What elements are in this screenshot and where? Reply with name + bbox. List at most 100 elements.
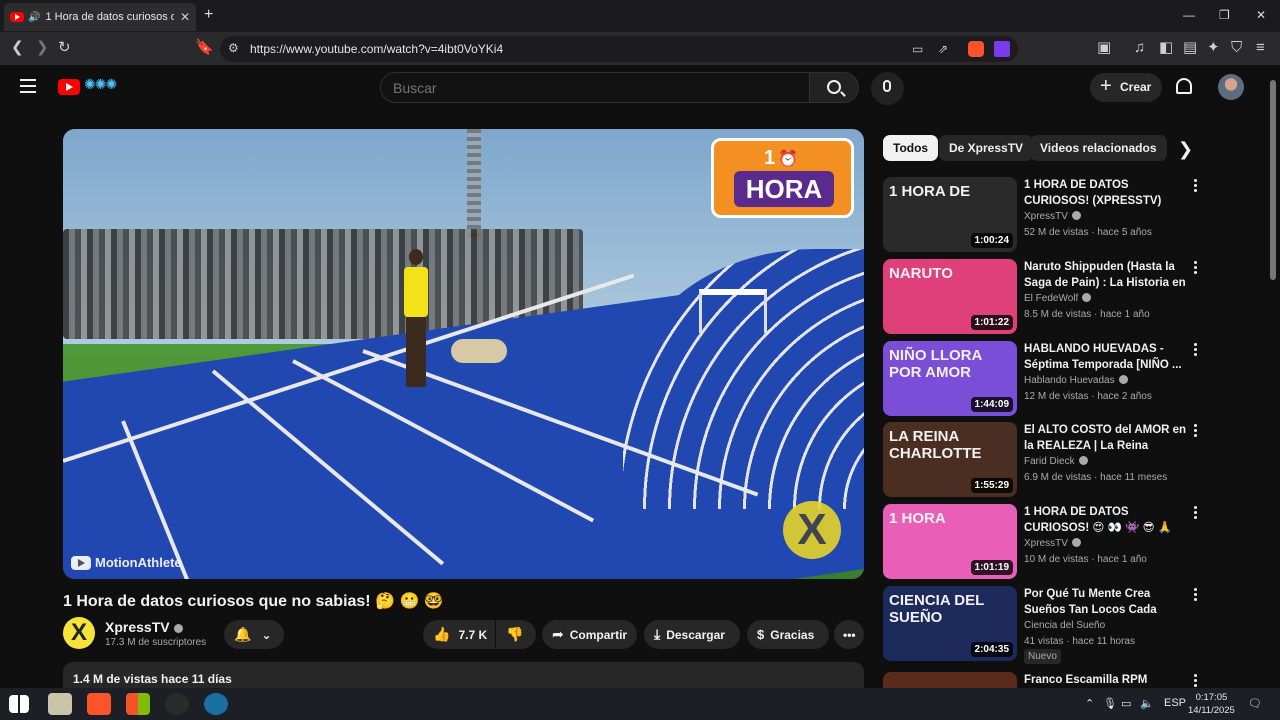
youtube-logo[interactable]: [58, 79, 80, 95]
dislike-button[interactable]: 👎: [496, 620, 536, 649]
download-button[interactable]: ⤓ Descargar: [644, 620, 740, 649]
more-vertical-icon[interactable]: [1194, 424, 1198, 439]
bookmark-icon[interactable]: 🔖: [195, 40, 214, 56]
forward-icon[interactable]: ❯: [36, 40, 49, 56]
video-thumbnail[interactable]: 1 HORA DE 1:00:24: [883, 177, 1017, 252]
reload-icon[interactable]: ↻: [58, 40, 71, 56]
cast-icon[interactable]: ▭: [912, 41, 923, 57]
video-thumbnail[interactable]: CIENCIA DEL SUEÑO 2:04:35: [883, 586, 1017, 661]
verified-icon: [1071, 538, 1081, 547]
recommendation-title[interactable]: HABLANDO HUEVADAS - Séptima Temporada [N…: [1024, 341, 1190, 373]
recommendation-title[interactable]: Naruto Shippuden (Hasta la Saga de Pain)…: [1024, 259, 1190, 291]
more-actions-button[interactable]: •••: [834, 620, 864, 649]
close-tab-icon[interactable]: ✕: [180, 10, 190, 24]
recommendation-item[interactable]: 1 HORA DE 1:00:24 1 HORA DE DATOS CURIOSOS…: [883, 177, 1263, 253]
volume-icon[interactable]: 🔈: [1140, 697, 1154, 710]
chip-related[interactable]: Videos relacionados: [1030, 135, 1167, 161]
video-thumbnail[interactable]: 1 HORA 1:01:19: [883, 504, 1017, 579]
hamburger-menu-icon[interactable]: [20, 79, 36, 93]
user-avatar[interactable]: [1218, 74, 1244, 100]
video-thumbnail[interactable]: LA REINA CHARLOTTE 1:55:29: [883, 422, 1017, 497]
recommendation-item[interactable]: 1 HORA 1:01:19 1 HORA DE DATOS CURIOSOS! 😍…: [883, 504, 1263, 580]
video-thumbnail[interactable]: NARUTO 1:01:22: [883, 259, 1017, 334]
address-bar[interactable]: ⚙ https://www.youtube.com/watch?v=4ibt0V…: [220, 36, 1018, 62]
channel-name[interactable]: XpressTV: [105, 619, 183, 635]
recommendation-channel[interactable]: XpressTV: [1024, 538, 1081, 549]
recommendation-channel[interactable]: Ciencia del Sueño: [1024, 620, 1105, 631]
search-button[interactable]: [809, 72, 859, 103]
back-icon[interactable]: ❮: [11, 40, 24, 56]
video-player[interactable]: 1 ⏰ HORA X MotionAthlete: [63, 129, 864, 579]
more-vertical-icon[interactable]: [1194, 674, 1198, 689]
recommendation-title[interactable]: Por Qué Tu Mente Crea Sueños Tan Locos C…: [1024, 586, 1190, 618]
chip-all[interactable]: Todos: [883, 135, 939, 161]
speaker-icon[interactable]: 🔊: [28, 12, 40, 23]
voice-search-button[interactable]: [871, 72, 904, 105]
notifications-icon[interactable]: 🗨: [1248, 697, 1262, 710]
browser-tab[interactable]: 🔊 1 Hora de datos curiosos que ✕: [4, 3, 196, 31]
recommendation-channel[interactable]: Farid Dieck: [1024, 456, 1088, 467]
share-icon[interactable]: ⇗: [938, 41, 948, 57]
recommendation-meta: 41 vistas · hace 11 horas: [1024, 636, 1135, 647]
system-clock[interactable]: 0:17:05 14/11/2025: [1188, 691, 1235, 717]
more-vertical-icon[interactable]: [1194, 588, 1198, 603]
brave-browser-icon[interactable]: [87, 693, 111, 715]
recommendation-channel[interactable]: Hablando Huevadas: [1024, 375, 1128, 386]
scrollbar[interactable]: [1270, 80, 1276, 280]
recommendation-item[interactable]: LA REINA CHARLOTTE 1:55:29 El ALTO COSTO d…: [883, 422, 1263, 498]
share-button[interactable]: ➦ Compartir: [542, 620, 637, 649]
file-explorer-icon[interactable]: [48, 693, 72, 715]
more-vertical-icon[interactable]: [1194, 261, 1198, 276]
steam-icon[interactable]: [204, 693, 228, 715]
language-indicator[interactable]: ESP: [1164, 697, 1186, 709]
video-thumbnail[interactable]: NIÑO LLORA POR AMOR 1:44:09: [883, 341, 1017, 416]
close-window-icon[interactable]: ✕: [1256, 8, 1266, 22]
search-icon: [827, 80, 841, 94]
recommendation-title[interactable]: El ALTO COSTO del AMOR en la REALEZA | L…: [1024, 422, 1190, 454]
recommendation-channel[interactable]: El FedeWolf: [1024, 293, 1092, 304]
sidebar-icon[interactable]: ◧: [1159, 40, 1173, 56]
reader-mode-icon[interactable]: ▣: [1097, 40, 1111, 56]
search-input[interactable]: [393, 80, 793, 96]
recommendation-item[interactable]: CIENCIA DEL SUEÑO 2:04:35 Por Qué Tu Mente…: [883, 586, 1263, 664]
url-text: https://www.youtube.com/watch?v=4ibt0VoY…: [250, 42, 504, 56]
motionathlete-watermark: MotionAthlete: [71, 555, 182, 570]
wallet-icon[interactable]: ▤: [1183, 40, 1197, 56]
obs-studio-icon[interactable]: [165, 693, 189, 715]
more-vertical-icon[interactable]: [1194, 179, 1198, 194]
notifications-bell-icon[interactable]: [1176, 78, 1192, 94]
like-button[interactable]: 👍 7.7 K: [423, 620, 495, 649]
maximize-icon[interactable]: ❐: [1219, 8, 1230, 22]
brave-shields-icon[interactable]: [968, 41, 984, 57]
like-count: 7.7 K: [458, 627, 488, 642]
music-icon[interactable]: ♫: [1134, 40, 1145, 56]
recommendation-channel[interactable]: XpressTV: [1024, 211, 1081, 222]
subscribed-notifications-button[interactable]: 🔔 ⌄: [224, 620, 284, 649]
show-hidden-icons-icon[interactable]: ⌃: [1085, 697, 1094, 710]
microsoft-store-icon[interactable]: [126, 693, 150, 715]
minimize-icon[interactable]: —: [1183, 8, 1195, 22]
more-vertical-icon[interactable]: [1194, 506, 1198, 521]
recommendation-title[interactable]: 1 HORA DE DATOS CURIOSOS! (XPRESSTV): [1024, 177, 1190, 209]
microphone-tray-icon[interactable]: 🎙: [1103, 697, 1117, 710]
browser-menu-icon[interactable]: ≡: [1256, 40, 1265, 56]
network-icon[interactable]: ▭: [1121, 697, 1131, 710]
channel-avatar[interactable]: X: [63, 617, 95, 649]
new-tab-button[interactable]: +: [204, 6, 213, 24]
recommendation-item[interactable]: NARUTO 1:01:22 Naruto Shippuden (Hasta la …: [883, 259, 1263, 335]
site-info-icon[interactable]: ⚙: [228, 41, 239, 55]
more-vertical-icon[interactable]: [1194, 343, 1198, 358]
recommendation-item[interactable]: NIÑO LLORA POR AMOR 1:44:09 HABLANDO HUEVA…: [883, 341, 1263, 417]
brave-rewards-icon[interactable]: [994, 41, 1010, 57]
create-button[interactable]: + Crear: [1090, 73, 1162, 102]
youtube-doodle-icon[interactable]: ✺✺✺: [84, 76, 117, 93]
leo-ai-icon[interactable]: ✦: [1207, 40, 1220, 56]
vpn-icon[interactable]: ⛉: [1231, 40, 1242, 56]
recommendation-title[interactable]: 1 HORA DE DATOS CURIOSOS! 😍 👀 👾 😎 🙏 [Xpr…: [1024, 504, 1190, 536]
thanks-button[interactable]: $ Gracias: [747, 620, 829, 649]
chevron-right-icon[interactable]: ❯: [1178, 139, 1193, 160]
channel-watermark-logo[interactable]: X: [783, 501, 841, 559]
recommendation-title[interactable]: Franco Escamilla RPM: [1024, 672, 1190, 688]
chip-from-channel[interactable]: De XpressTV: [939, 135, 1034, 161]
windows-start-icon[interactable]: [9, 695, 29, 713]
